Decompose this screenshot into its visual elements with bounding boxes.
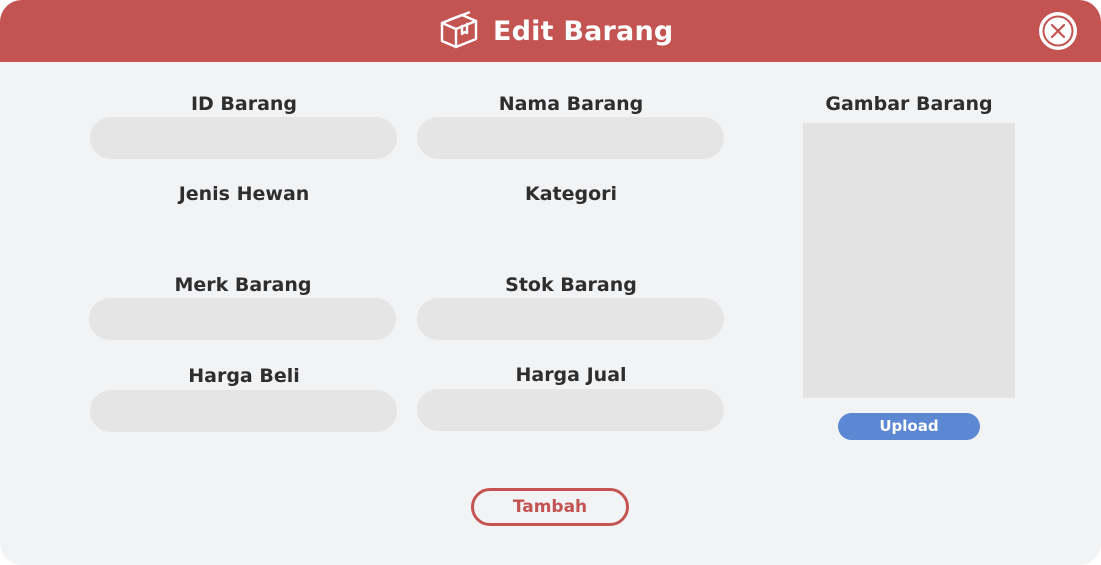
gambar-barang-label: Gambar Barang xyxy=(825,93,993,115)
close-button[interactable] xyxy=(1037,10,1079,52)
dialog-title: Edit Barang xyxy=(493,15,674,47)
close-icon xyxy=(1039,12,1077,50)
upload-button[interactable]: Upload xyxy=(838,413,980,440)
tambah-button[interactable]: Tambah xyxy=(471,488,629,526)
jenis-hewan-label: Jenis Hewan xyxy=(178,183,310,205)
merk-barang-input[interactable] xyxy=(89,298,396,340)
image-preview[interactable] xyxy=(803,123,1015,398)
nama-barang-input[interactable] xyxy=(417,117,724,159)
harga-jual-label: Harga Jual xyxy=(515,364,627,386)
merk-barang-label: Merk Barang xyxy=(174,274,312,296)
id-barang-input[interactable] xyxy=(90,117,397,159)
harga-beli-label: Harga Beli xyxy=(188,365,300,387)
id-barang-label: ID Barang xyxy=(190,93,298,115)
box-icon xyxy=(440,11,478,49)
harga-jual-input[interactable] xyxy=(417,389,724,431)
nama-barang-label: Nama Barang xyxy=(498,93,644,115)
stok-barang-label: Stok Barang xyxy=(505,274,637,296)
dialog-header: Edit Barang xyxy=(0,0,1101,62)
harga-beli-input[interactable] xyxy=(90,390,397,432)
dialog-title-group: Edit Barang xyxy=(438,10,673,52)
stok-barang-input[interactable] xyxy=(417,298,724,340)
edit-barang-dialog: Edit Barang ID Barang Nama Barang Jenis … xyxy=(0,0,1101,565)
kategori-label: Kategori xyxy=(524,183,618,205)
